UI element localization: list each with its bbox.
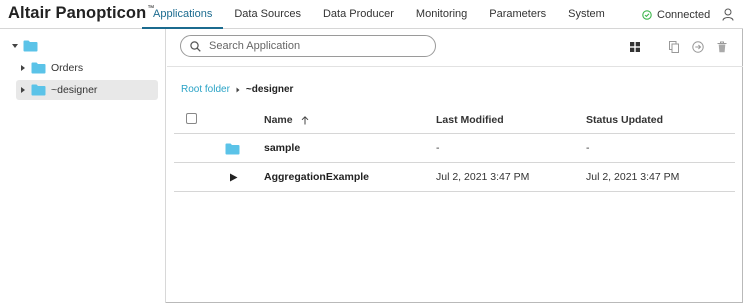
folder-icon xyxy=(31,84,46,96)
tab-system[interactable]: System xyxy=(557,0,616,29)
row-status-updated: Jul 2, 2021 3:47 PM xyxy=(586,171,680,183)
folder-icon xyxy=(31,62,46,74)
row-name[interactable]: AggregationExample xyxy=(264,163,369,191)
select-all-checkbox[interactable] xyxy=(186,113,197,124)
table-header: Name Last Modified Status Updated xyxy=(174,106,735,134)
tree-item-root[interactable] xyxy=(11,36,161,56)
table-row[interactable]: sample - - xyxy=(174,134,735,163)
row-status-updated: - xyxy=(586,142,590,154)
move-icon[interactable] xyxy=(692,41,704,53)
column-header-last-modified[interactable]: Last Modified xyxy=(436,106,504,134)
connection-status-label: Connected xyxy=(657,9,711,21)
folder-tree: Orders ~designer xyxy=(0,29,166,303)
folder-icon xyxy=(225,143,240,155)
search-icon xyxy=(190,40,201,52)
breadcrumb-root-link[interactable]: Root folder xyxy=(181,84,230,95)
main-nav: Applications Data Sources Data Producer … xyxy=(142,0,616,29)
column-header-name[interactable]: Name xyxy=(264,106,309,134)
caret-down-icon[interactable] xyxy=(11,42,19,50)
caret-right-icon[interactable] xyxy=(19,64,27,72)
tab-applications[interactable]: Applications xyxy=(142,0,224,29)
table-row[interactable]: AggregationExample Jul 2, 2021 3:47 PM J… xyxy=(174,163,735,192)
breadcrumb: Root folder ~designer xyxy=(181,84,293,95)
row-last-modified: Jul 2, 2021 3:47 PM xyxy=(436,171,530,183)
chevron-right-icon xyxy=(236,87,240,92)
check-circle-icon xyxy=(642,10,652,20)
tree-item-label: ~designer xyxy=(51,84,98,96)
content-toolbar xyxy=(167,29,743,67)
folder-icon xyxy=(23,40,38,52)
grid-view-icon[interactable] xyxy=(629,41,641,53)
breadcrumb-current: ~designer xyxy=(245,84,294,95)
play-icon[interactable] xyxy=(229,173,238,182)
search-box[interactable] xyxy=(180,35,436,57)
connection-status: Connected xyxy=(642,9,710,21)
search-input[interactable] xyxy=(209,40,429,52)
tab-parameters[interactable]: Parameters xyxy=(478,0,557,29)
copy-icon[interactable] xyxy=(668,41,680,53)
tab-data-producer[interactable]: Data Producer xyxy=(312,0,405,29)
caret-right-icon[interactable] xyxy=(19,86,27,94)
row-last-modified: - xyxy=(436,142,440,154)
row-name[interactable]: sample xyxy=(264,134,300,162)
delete-icon[interactable] xyxy=(716,41,728,53)
tree-item-label: Orders xyxy=(51,62,84,74)
tab-data-sources[interactable]: Data Sources xyxy=(223,0,312,29)
sort-ascending-icon[interactable] xyxy=(301,115,309,125)
tree-item-orders[interactable]: Orders xyxy=(19,58,159,78)
top-header: Altair Panopticon™ Applications Data Sou… xyxy=(0,0,743,29)
brand-logo: Altair Panopticon™ xyxy=(8,4,155,22)
tree-item-designer[interactable]: ~designer xyxy=(16,80,158,100)
tab-monitoring[interactable]: Monitoring xyxy=(405,0,478,29)
user-icon[interactable] xyxy=(722,8,734,21)
column-header-status-updated[interactable]: Status Updated xyxy=(586,106,663,134)
